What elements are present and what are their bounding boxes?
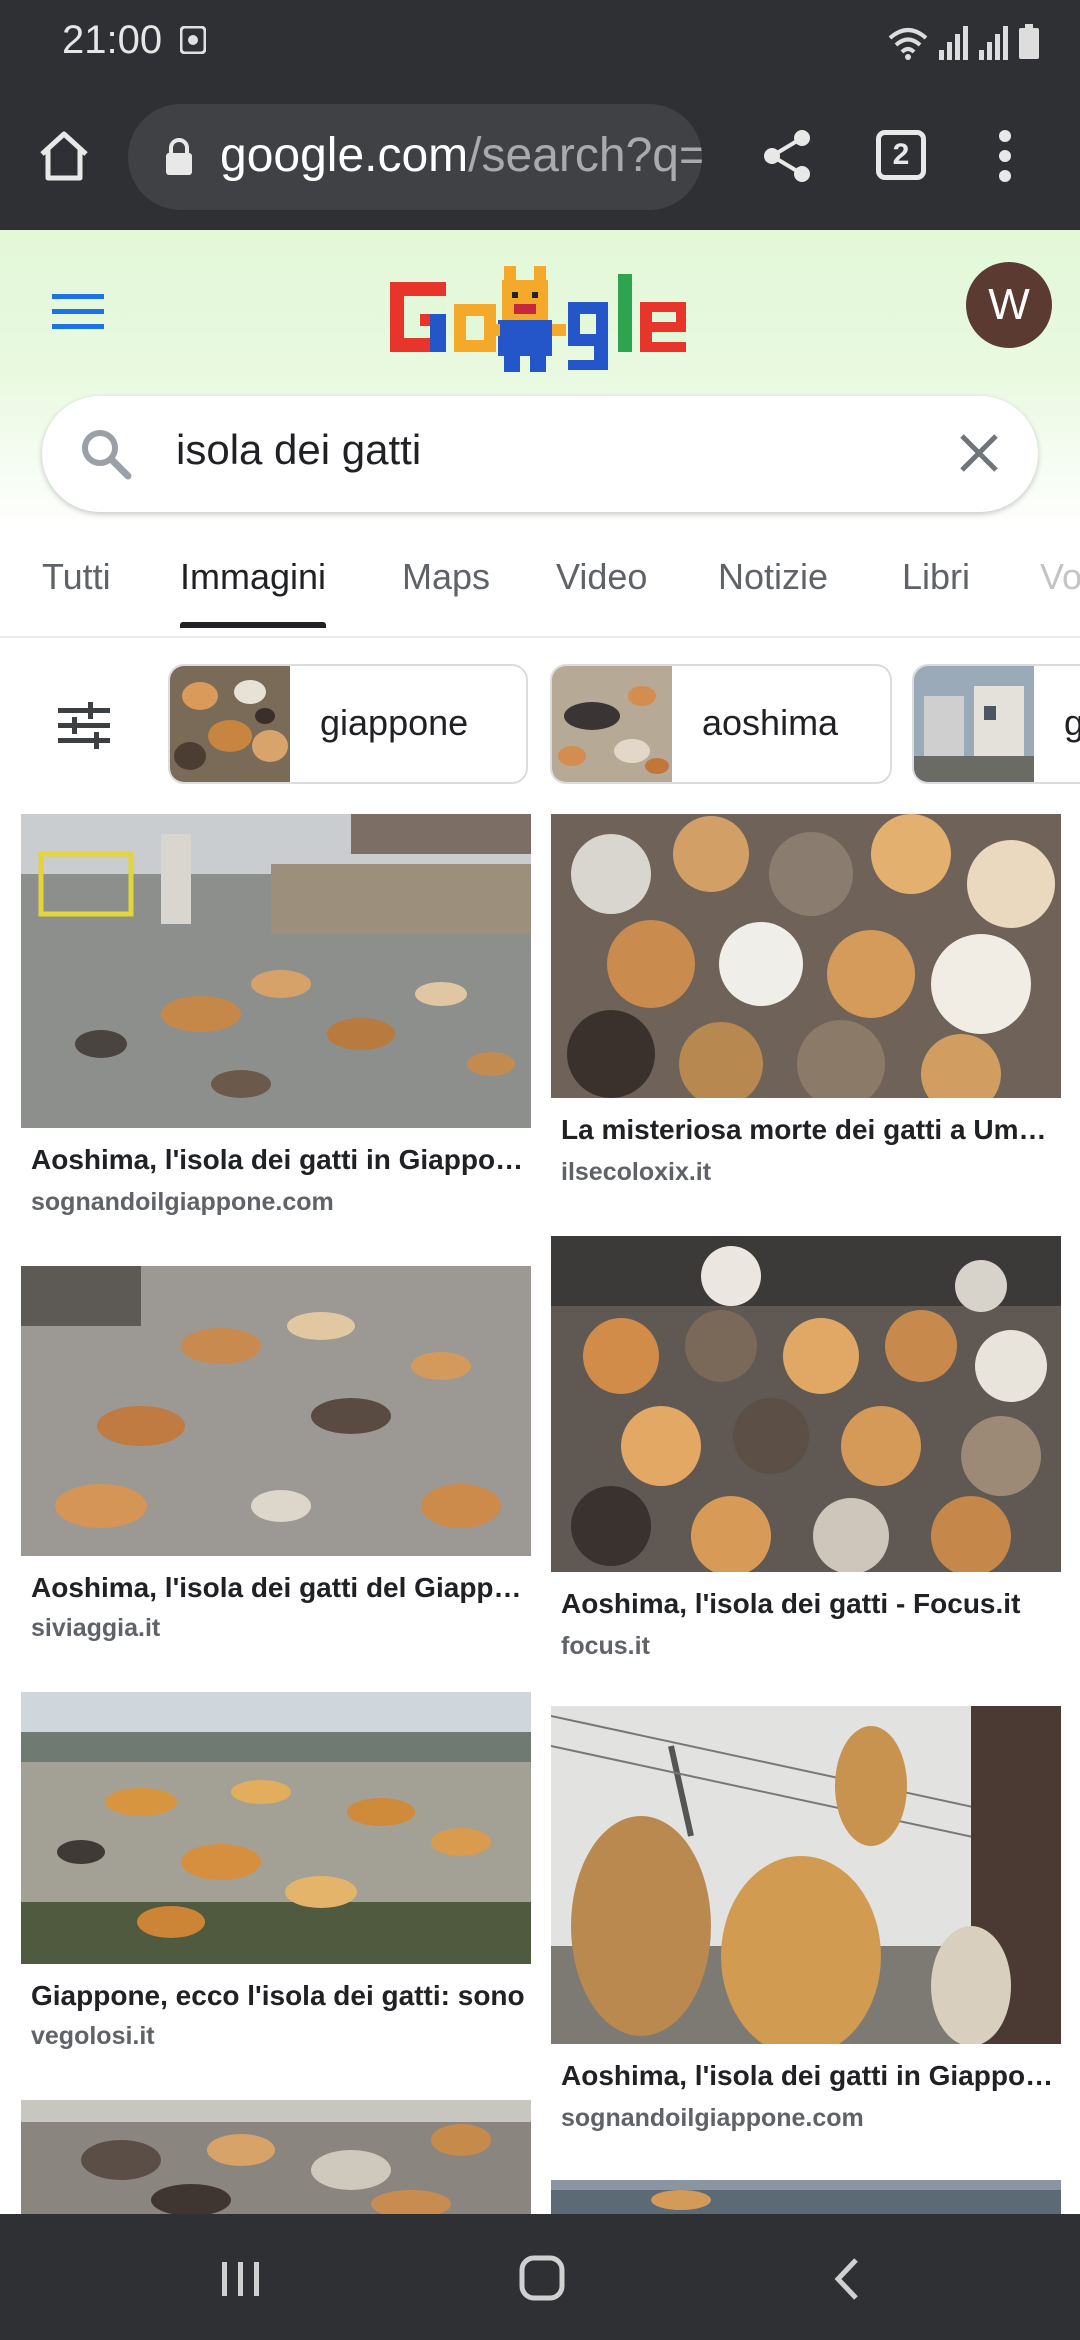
- result-source: vegolosi.it: [31, 2022, 155, 2050]
- result-title[interactable]: La misteriosa morte dei gatti a Umashima: [561, 1114, 1055, 1146]
- back-icon[interactable]: [818, 2254, 878, 2304]
- tab-more[interactable]: Vo: [1040, 556, 1080, 598]
- result-image[interactable]: [551, 2180, 1061, 2214]
- tab-video[interactable]: Video: [556, 556, 647, 598]
- result-image[interactable]: [21, 1692, 531, 1964]
- result-source: siviaggia.it: [31, 1614, 161, 1642]
- home-icon[interactable]: [34, 126, 94, 186]
- battery-icon: [1019, 24, 1039, 59]
- tab-libri[interactable]: Libri: [902, 556, 970, 598]
- chip-thumbnail: [552, 666, 672, 782]
- result-title[interactable]: Giappone, ecco l'isola dei gatti: sono: [31, 1980, 525, 2012]
- system-nav-bar: [0, 2214, 1080, 2340]
- chip-aoshima[interactable]: aoshima: [550, 664, 892, 784]
- result-image[interactable]: [21, 2100, 531, 2214]
- signal-icon: [979, 26, 1008, 60]
- tab-maps[interactable]: Maps: [402, 556, 490, 598]
- search-box[interactable]: isola dei gatti: [42, 396, 1038, 512]
- status-bar: 21:00: [0, 0, 1080, 90]
- url-path: /search?q=: [468, 129, 702, 182]
- chip-label: g: [1064, 702, 1080, 744]
- chip-label: giappone: [320, 702, 469, 743]
- url-host: google.com: [220, 129, 469, 182]
- filter-sliders-icon[interactable]: [58, 702, 110, 750]
- system-icons: [888, 20, 1040, 60]
- recent-apps-icon[interactable]: [210, 2254, 270, 2304]
- result-image[interactable]: [21, 1266, 531, 1556]
- result-source: sognandoilgiappone.com: [31, 1188, 334, 1216]
- hamburger-menu-icon[interactable]: [52, 292, 104, 332]
- tab-immagini[interactable]: Immagini: [180, 556, 327, 628]
- tab-notizie[interactable]: Notizie: [718, 556, 828, 598]
- search-tabs: Tutti Immagini Maps Video Notizie Libri …: [0, 530, 1080, 638]
- chip-giappone[interactable]: giappone: [168, 664, 528, 784]
- result-source: focus.it: [561, 1632, 650, 1660]
- address-bar[interactable]: google.com/search?q=: [128, 104, 702, 210]
- result-title[interactable]: Aoshima, l'isola dei gatti del Giappone: [31, 1572, 525, 1604]
- result-image[interactable]: [551, 1706, 1061, 2044]
- image-results-grid: Aoshima, l'isola dei gatti in Giappone s…: [0, 814, 1080, 2214]
- result-title[interactable]: Aoshima, l'isola dei gatti in Giappone: [31, 1144, 525, 1176]
- search-query[interactable]: isola dei gatti: [176, 426, 421, 474]
- result-image[interactable]: [551, 814, 1061, 1098]
- more-menu-icon[interactable]: [990, 126, 1020, 186]
- media-note-icon: [180, 26, 206, 54]
- wifi-icon: [888, 28, 928, 60]
- home-nav-icon[interactable]: [512, 2254, 572, 2304]
- signal-icon: [939, 26, 968, 60]
- result-image[interactable]: [21, 814, 531, 1128]
- refinement-chips: giappone aoshima g: [0, 662, 1080, 790]
- search-icon[interactable]: [78, 426, 134, 482]
- tab-switcher-button[interactable]: 2: [876, 130, 926, 180]
- chip-thumbnail: [170, 666, 290, 782]
- result-source: ilsecoloxix.it: [561, 1158, 712, 1186]
- result-image[interactable]: [551, 1236, 1061, 1572]
- url-text: google.com/search?q=: [220, 128, 702, 183]
- share-icon[interactable]: [758, 126, 818, 186]
- result-title[interactable]: Aoshima, l'isola dei gatti in Giappone: [561, 2060, 1055, 2092]
- chip-third[interactable]: g: [912, 664, 1080, 784]
- chip-thumbnail: [914, 666, 1034, 782]
- clear-icon[interactable]: [956, 430, 1002, 476]
- result-source: sognandoilgiappone.com: [561, 2104, 864, 2132]
- result-title[interactable]: Aoshima, l'isola dei gatti - Focus.it: [561, 1588, 1055, 1620]
- lock-icon: [166, 138, 192, 175]
- status-time: 21:00: [62, 18, 163, 62]
- chip-label: aoshima: [702, 702, 839, 743]
- tab-tutti[interactable]: Tutti: [42, 556, 111, 598]
- account-avatar[interactable]: W: [966, 262, 1052, 348]
- browser-toolbar: google.com/search?q= 2: [0, 90, 1080, 230]
- google-doodle-logo[interactable]: [386, 252, 696, 382]
